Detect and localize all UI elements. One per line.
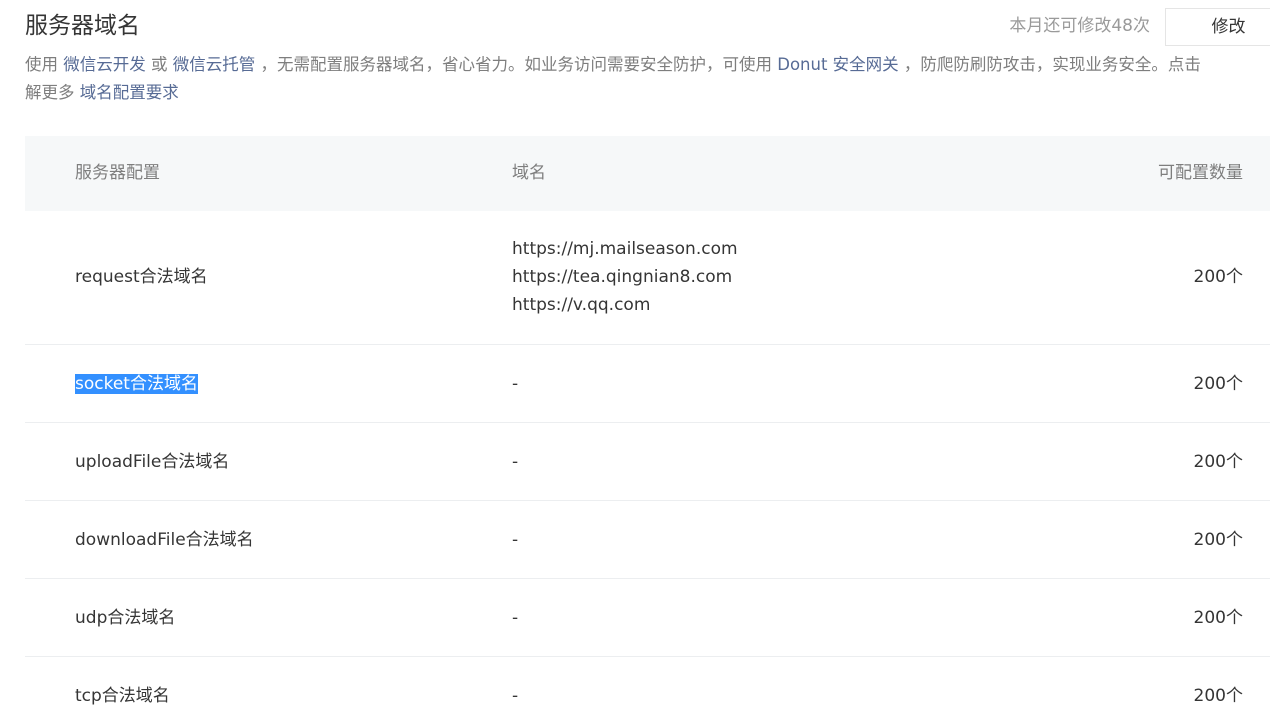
row-domain: - xyxy=(512,686,519,706)
row-name: socket合法域名 xyxy=(75,370,198,398)
domain-item: https://v.qq.com xyxy=(512,295,651,315)
row-name: tcp合法域名 xyxy=(75,686,170,706)
desc-text-4: ，防爬防刷防攻击，实现业务安全。点击 xyxy=(898,55,1201,74)
desc-text-5: 解更多 xyxy=(25,83,80,102)
row-domain: - xyxy=(512,608,519,628)
domain-config-requirements-link[interactable]: 域名配置要求 xyxy=(80,83,179,102)
modify-button[interactable]: 修改 xyxy=(1165,8,1270,46)
row-quota: 200个 xyxy=(1193,530,1243,550)
row-name: udp合法域名 xyxy=(75,608,176,628)
row-domain: - xyxy=(512,452,519,472)
table-row-request: request合法域名 https://mj.mailseason.com ht… xyxy=(25,211,1270,345)
selected-text: socket合法域名 xyxy=(75,374,198,394)
header-domain: 域名 xyxy=(512,163,546,183)
domain-list: https://mj.mailseason.com https://tea.qi… xyxy=(512,235,738,319)
row-quota: 200个 xyxy=(1193,452,1243,472)
table-row-uploadfile: uploadFile合法域名 - 200个 xyxy=(25,423,1270,501)
description: 使用 微信云开发 或 微信云托管 ，无需配置服务器域名，省心省力。如业务访问需要… xyxy=(25,51,1270,107)
row-domain: - xyxy=(512,530,519,550)
desc-text-2: 或 xyxy=(145,55,173,74)
wechat-cloud-hosting-link[interactable]: 微信云托管 xyxy=(173,55,256,74)
table-header: 服务器配置 域名 可配置数量 xyxy=(25,136,1270,211)
row-name: uploadFile合法域名 xyxy=(75,452,230,472)
server-domain-page: 服务器域名 本月还可修改48次 修改 使用 微信云开发 或 微信云托管 ，无需配… xyxy=(0,0,1270,722)
table-row-downloadfile: downloadFile合法域名 - 200个 xyxy=(25,501,1270,579)
section-header: 服务器域名 本月还可修改48次 修改 xyxy=(25,8,1270,48)
row-quota: 200个 xyxy=(1193,686,1243,706)
header-server-config: 服务器配置 xyxy=(75,163,160,183)
donut-security-gateway-link[interactable]: Donut 安全网关 xyxy=(777,55,898,74)
table-row-udp: udp合法域名 - 200个 xyxy=(25,579,1270,657)
table-row-socket: socket合法域名 - 200个 xyxy=(25,345,1270,423)
row-name: request合法域名 xyxy=(75,267,208,287)
remaining-modifications-text: 本月还可修改48次 xyxy=(1009,16,1150,36)
page-title: 服务器域名 xyxy=(25,13,140,39)
row-quota: 200个 xyxy=(1193,374,1243,394)
wechat-cloud-dev-link[interactable]: 微信云开发 xyxy=(63,55,146,74)
table-row-tcp: tcp合法域名 - 200个 xyxy=(25,657,1270,722)
row-quota: 200个 xyxy=(1193,267,1243,287)
domain-item: https://tea.qingnian8.com xyxy=(512,267,733,287)
row-quota: 200个 xyxy=(1193,608,1243,628)
desc-text-3: ，无需配置服务器域名，省心省力。如业务访问需要安全防护，可使用 xyxy=(255,55,778,74)
row-name: downloadFile合法域名 xyxy=(75,530,254,550)
domain-item: https://mj.mailseason.com xyxy=(512,239,738,259)
desc-text-1: 使用 xyxy=(25,55,64,74)
domain-table: 服务器配置 域名 可配置数量 request合法域名 https://mj.ma… xyxy=(25,136,1270,722)
row-domain: - xyxy=(512,374,519,394)
header-quota: 可配置数量 xyxy=(1158,163,1243,183)
